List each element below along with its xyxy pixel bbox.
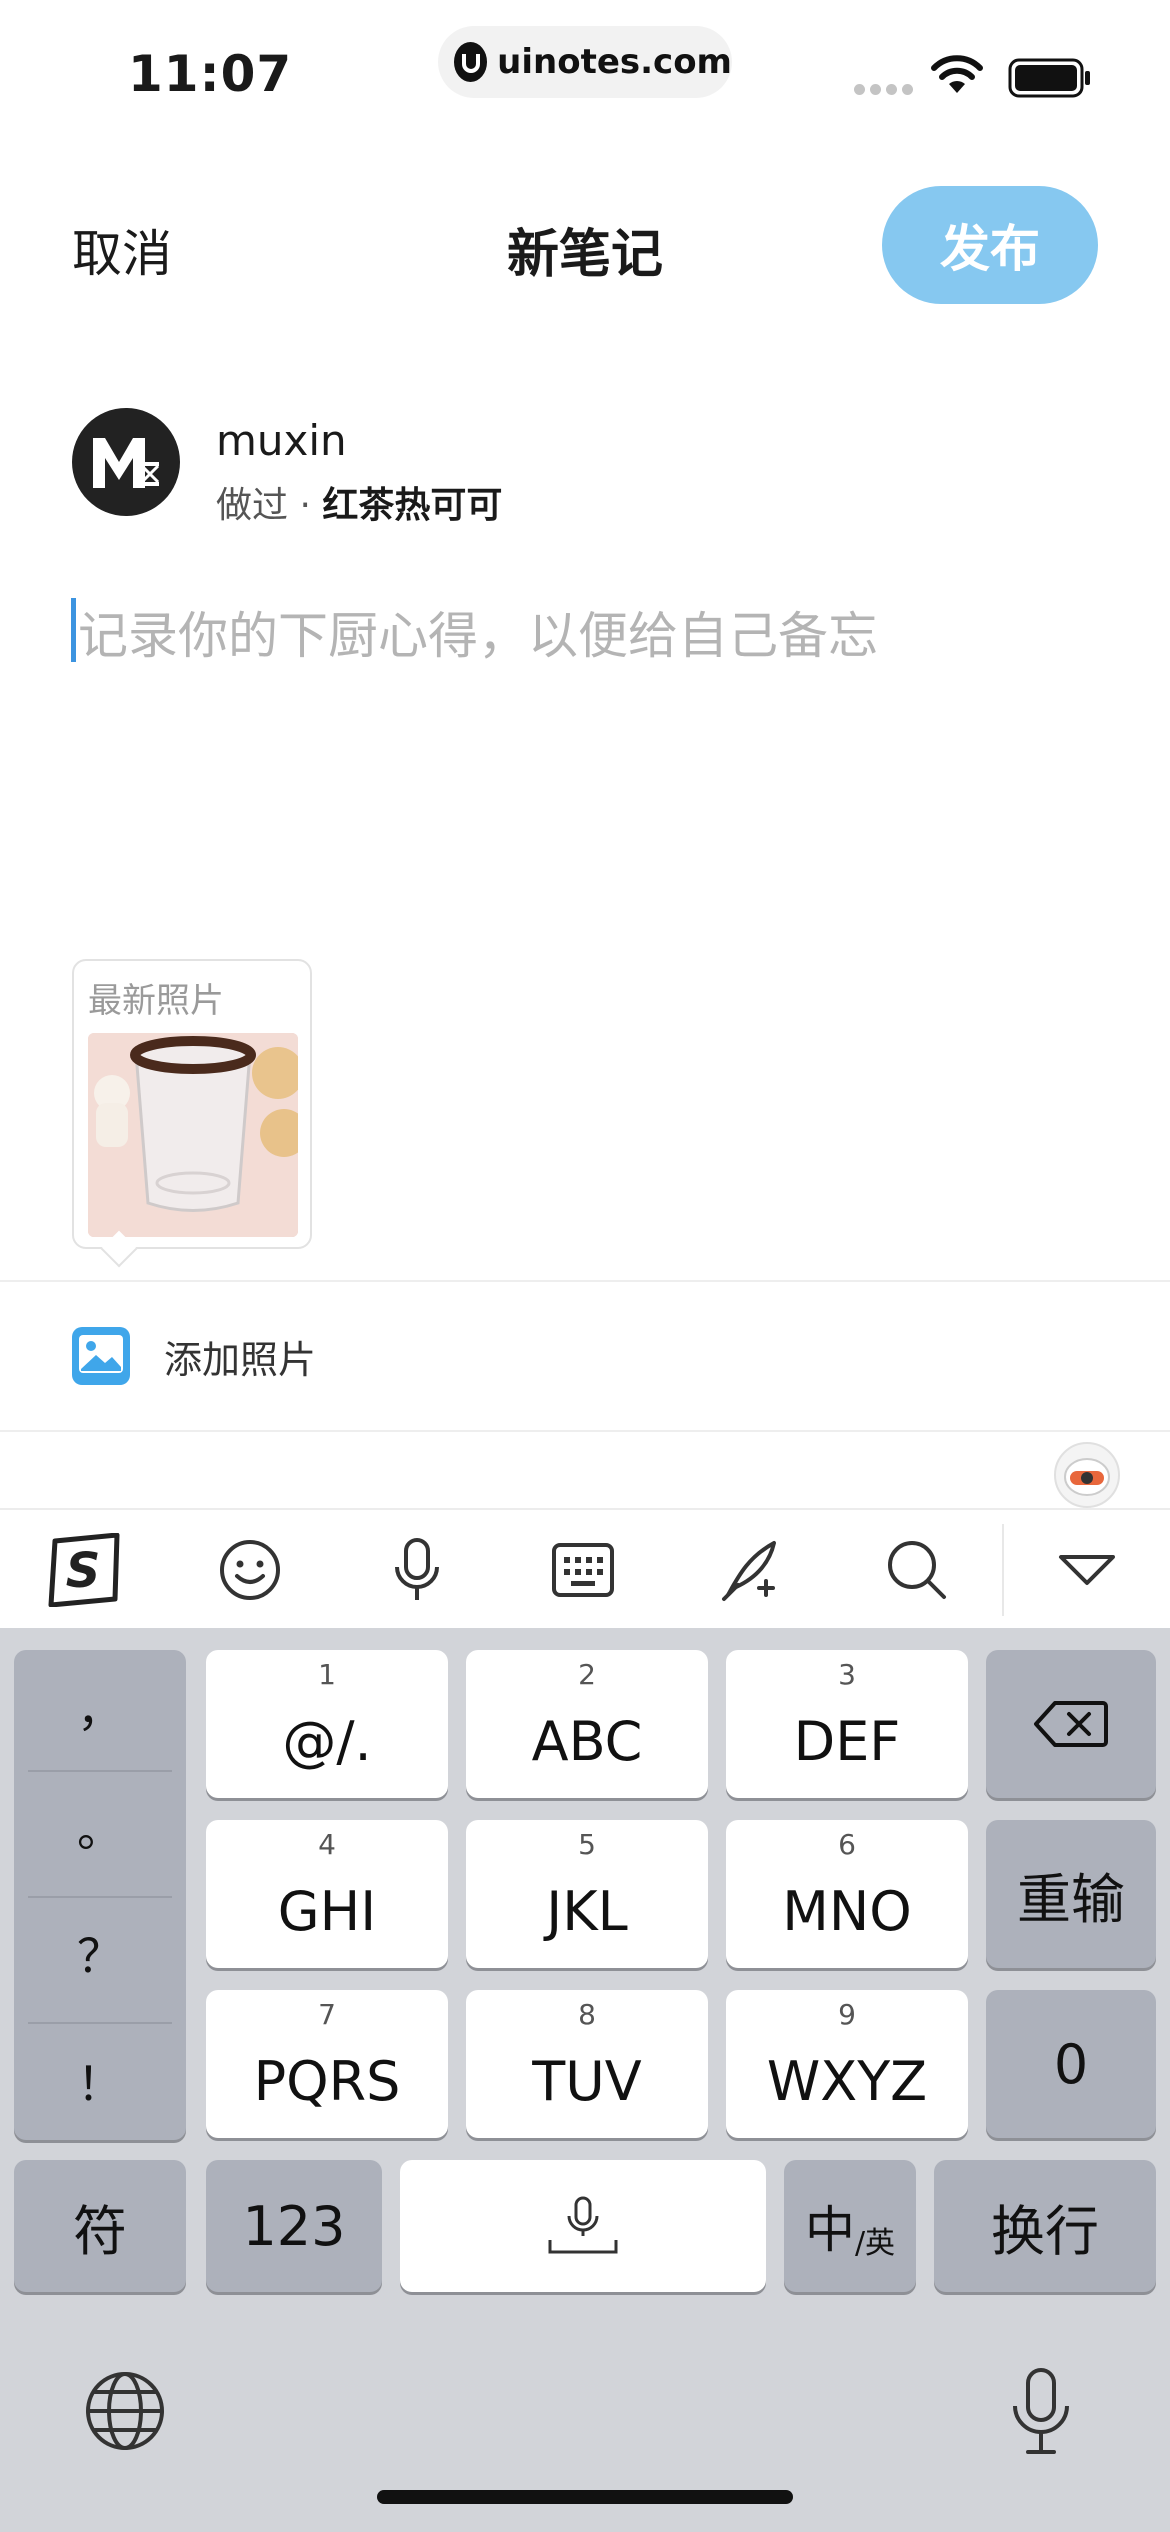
key-number: 1 <box>318 1658 336 1691</box>
handwriting-icon[interactable] <box>696 1510 806 1630</box>
latest-photo-label: 最新照片 <box>88 981 224 1021</box>
symbol-key[interactable]: 符 <box>14 2160 186 2292</box>
collapse-keyboard-icon[interactable] <box>1032 1510 1142 1630</box>
key-number: 5 <box>578 1828 596 1861</box>
search-icon[interactable] <box>862 1510 972 1630</box>
avatar[interactable] <box>72 408 180 516</box>
language-switch-key[interactable]: 中/英 <box>784 2160 916 2292</box>
key-letters: ABC <box>531 1709 643 1773</box>
key-1[interactable]: 1 @/. <box>206 1650 448 1798</box>
keyboard: ， 。 ？ ！ 1 @/. 2 ABC 3 DEF 4 GHI 5 JKL 6 … <box>0 1628 1170 2532</box>
key-9[interactable]: 9 WXYZ <box>726 1990 968 2138</box>
status-time: 11:07 <box>128 45 293 103</box>
latest-photo-thumbnail[interactable] <box>88 1033 298 1237</box>
url-pill: uinotes.com <box>438 26 732 98</box>
signal-dots-icon <box>854 84 913 95</box>
zero-key[interactable]: 0 <box>986 1990 1156 2138</box>
text-cursor <box>71 598 76 662</box>
add-photo-button[interactable]: 添加照片 <box>72 1326 316 1386</box>
wifi-icon <box>931 55 983 93</box>
divider <box>28 1770 172 1772</box>
battery-icon <box>1008 58 1090 98</box>
punct-key-question[interactable]: ？ <box>14 1920 186 1986</box>
uinotes-logo-icon <box>454 42 488 82</box>
made-prefix: 做过 · <box>216 485 323 526</box>
key-letters: DEF <box>793 1709 901 1773</box>
backspace-key[interactable] <box>986 1650 1156 1798</box>
key-3[interactable]: 3 DEF <box>726 1650 968 1798</box>
number-key[interactable]: 123 <box>206 2160 382 2292</box>
home-indicator[interactable] <box>377 2490 793 2504</box>
made-recipe-line: 做过 · 红茶热可可 <box>216 476 502 528</box>
key-5[interactable]: 5 JKL <box>466 1820 708 1968</box>
key-letters: GHI <box>277 1879 377 1943</box>
key-letters: WXYZ <box>766 2049 928 2113</box>
backspace-icon <box>1034 1701 1108 1747</box>
key-letters: MNO <box>782 1879 912 1943</box>
toolbar-separator <box>1002 1524 1004 1616</box>
punct-key-exclaim[interactable]: ！ <box>14 2048 186 2114</box>
recipe-name[interactable]: 红茶热可可 <box>322 485 502 526</box>
status-bar: 11:07 uinotes.com <box>0 0 1170 150</box>
punct-key-period[interactable]: 。 <box>14 1794 186 1860</box>
latest-photo-popup[interactable]: 最新照片 <box>72 959 312 1249</box>
return-key[interactable]: 换行 <box>934 2160 1156 2292</box>
space-mic-icon <box>548 2196 618 2254</box>
globe-icon[interactable] <box>84 2370 166 2452</box>
emoji-icon[interactable] <box>195 1510 305 1630</box>
key-letters: JKL <box>546 1879 628 1943</box>
punct-key-comma[interactable]: ， <box>14 1674 186 1740</box>
image-icon <box>72 1327 130 1385</box>
divider <box>28 1896 172 1898</box>
publish-button[interactable]: 发布 <box>882 186 1098 304</box>
key-letters: PQRS <box>253 2049 401 2113</box>
space-key[interactable] <box>400 2160 766 2292</box>
divider <box>0 1430 1170 1432</box>
key-number: 9 <box>838 1998 856 2031</box>
key-letters: @/. <box>282 1709 372 1773</box>
key-7[interactable]: 7 PQRS <box>206 1990 448 2138</box>
note-text-input[interactable] <box>78 596 1078 676</box>
key-6[interactable]: 6 MNO <box>726 1820 968 1968</box>
key-8[interactable]: 8 TUV <box>466 1990 708 2138</box>
key-4[interactable]: 4 GHI <box>206 1820 448 1968</box>
lang-sub-label: /英 <box>854 2226 896 2261</box>
key-letters: TUV <box>532 2049 642 2113</box>
microphone-icon[interactable] <box>362 1510 472 1630</box>
key-number: 2 <box>578 1658 596 1691</box>
key-number: 7 <box>318 1998 336 2031</box>
divider <box>0 1280 1170 1282</box>
dictation-mic-icon[interactable] <box>1010 2366 1072 2456</box>
url-text: uinotes.com <box>497 42 732 82</box>
mascot-icon[interactable] <box>1054 1442 1120 1508</box>
sogou-logo-icon[interactable]: S <box>30 1510 140 1630</box>
key-number: 6 <box>838 1828 856 1861</box>
lang-main-label: 中 <box>804 2201 855 2259</box>
reinput-key[interactable]: 重输 <box>986 1820 1156 1968</box>
add-photo-label: 添加照片 <box>164 1337 317 1382</box>
keyboard-toolbar: S <box>0 1508 1170 1628</box>
key-number: 3 <box>838 1658 856 1691</box>
punctuation-column: ， 。 ？ ！ <box>14 1650 186 2140</box>
key-number: 4 <box>318 1828 336 1861</box>
key-number: 8 <box>578 1998 596 2031</box>
username[interactable]: muxin <box>216 416 347 465</box>
avatar-logo-icon <box>93 438 160 488</box>
key-2[interactable]: 2 ABC <box>466 1650 708 1798</box>
keyboard-icon[interactable] <box>528 1510 638 1630</box>
divider <box>28 2022 172 2024</box>
svg-text:S: S <box>66 1543 101 1599</box>
